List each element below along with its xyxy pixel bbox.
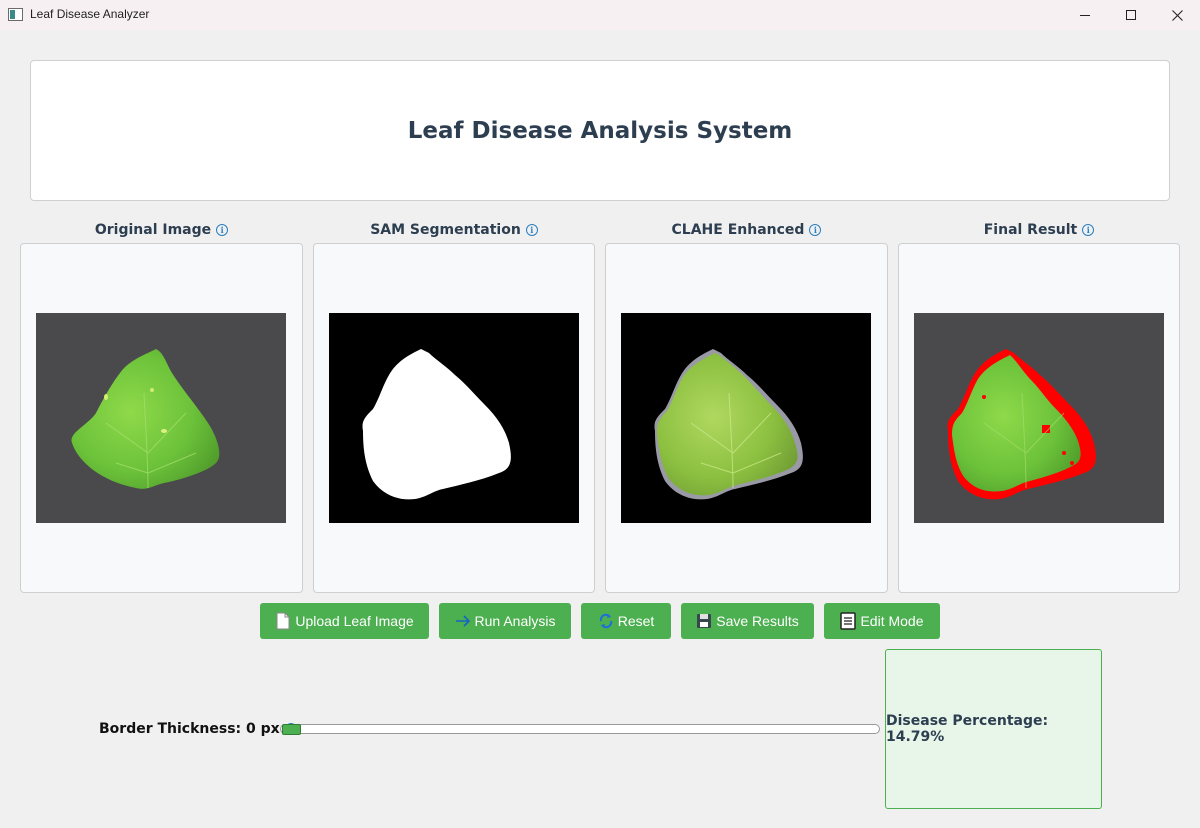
sam-segmentation-panel — [313, 243, 595, 593]
run-analysis-button[interactable]: Run Analysis — [439, 603, 571, 639]
minimize-button[interactable] — [1062, 0, 1108, 30]
minimize-icon — [1080, 14, 1090, 16]
edit-mode-button[interactable]: Edit Mode — [824, 603, 940, 639]
info-icon[interactable]: i — [809, 224, 822, 236]
sam-mask-image — [329, 313, 579, 523]
panel-label-text: Final Result — [983, 222, 1078, 238]
slider-handle[interactable] — [282, 724, 301, 735]
border-thickness-text: Border Thickness: 0 px — [99, 721, 280, 737]
panel-label-text: CLAHE Enhanced — [671, 222, 805, 238]
floppy-disk-icon — [696, 612, 712, 630]
final-result-image — [914, 313, 1164, 523]
info-icon[interactable]: i — [1082, 224, 1095, 236]
upload-button-label: Upload Leaf Image — [295, 613, 414, 629]
panel-label-text: SAM Segmentation — [370, 222, 521, 238]
refresh-icon — [598, 612, 614, 630]
maximize-icon — [1126, 10, 1136, 20]
final-result-panel — [898, 243, 1180, 593]
panel-label-final: Final Result i — [898, 220, 1180, 240]
panel-label-clahe: CLAHE Enhanced i — [605, 220, 888, 240]
clahe-enhanced-panel — [605, 243, 888, 593]
document-icon — [275, 612, 291, 630]
page-title: Leaf Disease Analysis System — [407, 117, 793, 144]
panel-label-original: Original Image i — [20, 220, 303, 240]
border-thickness-label: Border Thickness: 0 pxi — [99, 721, 297, 737]
header-panel: Leaf Disease Analysis System — [30, 60, 1170, 201]
edit-button-label: Edit Mode — [860, 613, 924, 629]
reset-button[interactable]: Reset — [581, 603, 671, 639]
info-icon[interactable]: i — [216, 224, 229, 236]
info-icon[interactable]: i — [525, 224, 538, 236]
reset-button-label: Reset — [617, 613, 655, 629]
app-icon — [8, 8, 23, 21]
disease-percentage-text: Disease Percentage: 14.79% — [886, 713, 1049, 745]
close-icon — [1171, 9, 1183, 21]
save-results-button[interactable]: Save Results — [681, 603, 814, 639]
disease-percentage-box: Disease Percentage: 14.79% — [885, 649, 1102, 809]
maximize-button[interactable] — [1108, 0, 1154, 30]
notes-icon — [840, 612, 857, 630]
title-bar: Leaf Disease Analyzer — [0, 0, 1200, 30]
save-button-label: Save Results — [716, 613, 799, 629]
panel-label-text: Original Image — [94, 222, 212, 238]
arrow-right-icon — [455, 612, 471, 630]
run-button-label: Run Analysis — [474, 613, 556, 629]
original-image-panel — [20, 243, 303, 593]
upload-leaf-image-button[interactable]: Upload Leaf Image — [260, 603, 429, 639]
window-title: Leaf Disease Analyzer — [30, 7, 150, 21]
close-button[interactable] — [1154, 0, 1200, 30]
clahe-leaf-image — [621, 313, 871, 523]
panel-label-sam: SAM Segmentation i — [313, 220, 595, 240]
original-leaf-image — [36, 313, 286, 523]
border-thickness-slider[interactable] — [280, 724, 880, 734]
